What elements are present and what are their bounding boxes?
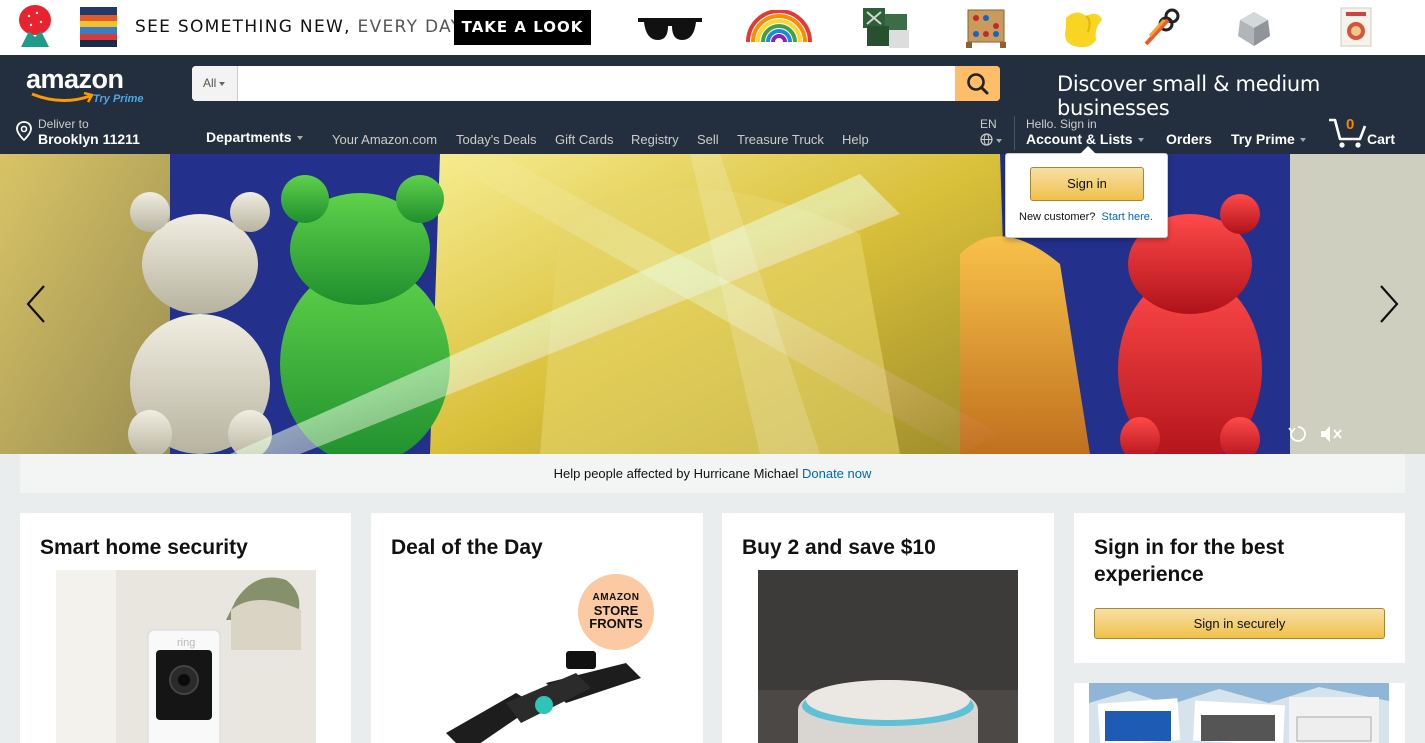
amazon-storefronts-badge: AMAZON STORE FRONTS <box>578 574 654 650</box>
nav-gift-cards[interactable]: Gift Cards <box>555 132 614 147</box>
nav-treasure-truck[interactable]: Treasure Truck <box>737 132 824 147</box>
under-desk-elliptical-image <box>446 651 641 743</box>
cart-count: 0 <box>1346 116 1355 133</box>
smile-arrow-icon <box>31 92 94 103</box>
nav-help[interactable]: Help <box>842 132 869 147</box>
search-input[interactable] <box>238 66 956 101</box>
location-pin-icon <box>16 121 32 141</box>
carousel-prev-arrow-icon[interactable] <box>24 282 48 326</box>
trucks-ad-image <box>1089 683 1389 743</box>
language-selector[interactable]: EN <box>980 117 1002 146</box>
take-a-look-button[interactable]: TAKE A LOOK <box>454 10 591 45</box>
hurricane-donation-bar: Help people affected by Hurricane Michae… <box>20 454 1405 493</box>
sign-in-flyout: Sign in New customer? Start here. <box>1005 146 1168 238</box>
card-title: Smart home security <box>40 536 248 559</box>
card-buy-2-save[interactable]: Buy 2 and save $10 <box>722 513 1054 743</box>
flyout-sign-in-button[interactable]: Sign in <box>1030 167 1144 201</box>
card-deal-of-the-day[interactable]: Deal of the Day AMAZON STORE FRONTS <box>371 513 703 743</box>
globe-icon <box>980 133 993 146</box>
striped-blanket-icon <box>80 7 117 47</box>
new-customer-text: New customer? Start here. <box>1019 211 1153 223</box>
scissors-icon <box>1144 8 1180 46</box>
replay-icon[interactable] <box>1288 424 1308 444</box>
search-bar: All <box>192 66 1000 101</box>
nav-header: amazon Try Prime All Discover small & me… <box>0 55 1425 154</box>
orders-link[interactable]: Orders <box>1166 131 1212 147</box>
search-category-dropdown[interactable]: All <box>192 66 238 101</box>
nav-todays-deals[interactable]: Today's Deals <box>456 132 537 147</box>
rainbow-icon <box>746 10 812 43</box>
card-vehicles-ad[interactable] <box>1074 683 1405 743</box>
card-smart-home-security[interactable]: Smart home security ring <box>20 513 351 743</box>
cart-button[interactable]: 0 Cart <box>1328 116 1395 154</box>
mute-icon[interactable] <box>1319 424 1343 444</box>
nav-sell[interactable]: Sell <box>697 132 719 147</box>
try-prime-menu[interactable]: Try Prime <box>1231 131 1306 147</box>
gummy-bears-hero-image <box>0 154 1425 454</box>
cookbook-icon <box>1340 7 1372 47</box>
promo-headline: SEE SOMETHING NEW, EVERY DAY. <box>135 17 466 37</box>
card-sign-in: Sign in for the best experience Sign in … <box>1074 513 1405 663</box>
hero-carousel[interactable] <box>0 154 1425 454</box>
connect-four-game-icon <box>966 9 1006 48</box>
flyout-pointer <box>1080 146 1096 154</box>
discover-small-businesses-link[interactable]: Discover small & medium businesses <box>1057 72 1425 120</box>
echo-dot-image <box>758 570 1018 743</box>
card-title: Buy 2 and save $10 <box>742 536 936 559</box>
search-button[interactable] <box>955 66 1000 101</box>
start-here-link[interactable]: Start here. <box>1102 211 1153 223</box>
ring-camera-image: ring <box>56 570 316 743</box>
sunglasses-icon <box>638 18 702 40</box>
geometric-lamp-icon <box>1238 12 1270 46</box>
svg-text:ring: ring <box>177 637 195 649</box>
donate-now-link[interactable]: Donate now <box>802 466 871 481</box>
account-and-lists[interactable]: Hello. Sign in Account & Lists <box>1026 117 1144 147</box>
carousel-next-arrow-icon[interactable] <box>1377 282 1401 326</box>
departments-menu[interactable]: Departments <box>206 129 303 145</box>
card-title: Sign in for the best experience <box>1094 536 1285 586</box>
gift-bag-icon <box>19 5 51 47</box>
yellow-duck-vase-icon <box>1065 12 1102 48</box>
card-title: Deal of the Day <box>391 536 543 559</box>
amazon-logo[interactable]: amazon Try Prime <box>26 64 144 105</box>
search-icon <box>967 73 989 95</box>
pillows-icon <box>863 8 909 48</box>
sign-in-securely-button[interactable]: Sign in securely <box>1094 608 1385 639</box>
nav-your-amazon[interactable]: Your Amazon.com <box>332 132 437 147</box>
nav-registry[interactable]: Registry <box>631 132 679 147</box>
nav-divider <box>1014 116 1015 150</box>
promo-banner[interactable]: SEE SOMETHING NEW, EVERY DAY. TAKE A LOO… <box>0 0 1425 55</box>
